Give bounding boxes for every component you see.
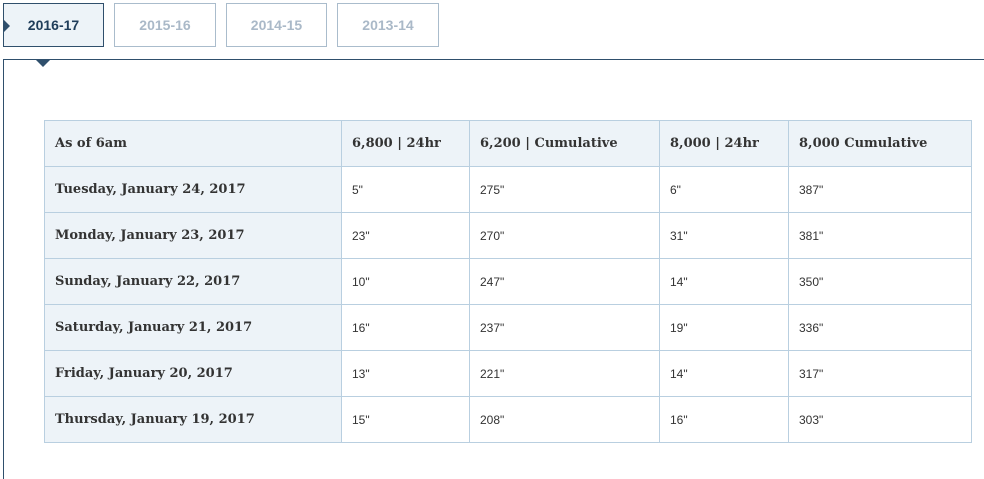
table-row: Thursday, January 19, 2017 15" 208" 16" … bbox=[44, 396, 972, 443]
tab-2015-16[interactable]: 2015-16 bbox=[114, 3, 216, 47]
season-tabs: 2016-17 2015-16 2014-15 2013-14 bbox=[0, 0, 984, 60]
tab-label: 2016-17 bbox=[27, 17, 80, 33]
column-header-6200-cumulative: 6,200 | Cumulative bbox=[469, 120, 660, 167]
cell-8000-cumulative: 381" bbox=[788, 212, 972, 259]
cell-8000-24hr: 6" bbox=[659, 166, 789, 213]
table-row: Tuesday, January 24, 2017 5" 275" 6" 387… bbox=[44, 166, 972, 213]
cell-6800-24hr: 13" bbox=[341, 350, 470, 397]
cell-8000-cumulative: 317" bbox=[788, 350, 972, 397]
column-header-6800-24hr: 6,800 | 24hr bbox=[341, 120, 470, 167]
cell-6200-cumulative: 247" bbox=[469, 258, 660, 305]
cell-6200-cumulative: 275" bbox=[469, 166, 660, 213]
cell-8000-24hr: 19" bbox=[659, 304, 789, 351]
cell-6200-cumulative: 208" bbox=[469, 396, 660, 443]
cell-8000-24hr: 14" bbox=[659, 258, 789, 305]
row-date: Saturday, January 21, 2017 bbox=[44, 304, 342, 351]
cell-6200-cumulative: 221" bbox=[469, 350, 660, 397]
cell-8000-24hr: 16" bbox=[659, 396, 789, 443]
cell-8000-24hr: 31" bbox=[659, 212, 789, 259]
table-row: Saturday, January 21, 2017 16" 237" 19" … bbox=[44, 304, 972, 351]
cell-8000-cumulative: 303" bbox=[788, 396, 972, 443]
table-row: Sunday, January 22, 2017 10" 247" 14" 35… bbox=[44, 258, 972, 305]
column-header-8000-24hr: 8,000 | 24hr bbox=[659, 120, 789, 167]
row-date: Tuesday, January 24, 2017 bbox=[44, 166, 342, 213]
cell-6800-24hr: 15" bbox=[341, 396, 470, 443]
table-row: Monday, January 23, 2017 23" 270" 31" 38… bbox=[44, 212, 972, 259]
cell-8000-cumulative: 350" bbox=[788, 258, 972, 305]
column-header-as-of: As of 6am bbox=[44, 120, 342, 167]
tab-label: 2015-16 bbox=[139, 17, 191, 33]
cell-8000-24hr: 14" bbox=[659, 350, 789, 397]
cell-6800-24hr: 5" bbox=[341, 166, 470, 213]
panel-pointer-icon bbox=[36, 60, 50, 67]
tab-2016-17[interactable]: 2016-17 bbox=[3, 3, 104, 47]
row-date: Monday, January 23, 2017 bbox=[44, 212, 342, 259]
tab-2014-15[interactable]: 2014-15 bbox=[226, 3, 327, 47]
tab-label: 2013-14 bbox=[362, 17, 414, 33]
cell-8000-cumulative: 336" bbox=[788, 304, 972, 351]
active-tab-indicator-icon bbox=[4, 20, 10, 32]
column-header-8000-cumulative: 8,000 Cumulative bbox=[788, 120, 972, 167]
cell-8000-cumulative: 387" bbox=[788, 166, 972, 213]
cell-6800-24hr: 16" bbox=[341, 304, 470, 351]
cell-6800-24hr: 23" bbox=[341, 212, 470, 259]
snowfall-table: As of 6am 6,800 | 24hr 6,200 | Cumulativ… bbox=[44, 120, 972, 443]
table-row: Friday, January 20, 2017 13" 221" 14" 31… bbox=[44, 350, 972, 397]
row-date: Friday, January 20, 2017 bbox=[44, 350, 342, 397]
cell-6800-24hr: 10" bbox=[341, 258, 470, 305]
cell-6200-cumulative: 270" bbox=[469, 212, 660, 259]
tab-label: 2014-15 bbox=[250, 17, 303, 33]
table-header-row: As of 6am 6,800 | 24hr 6,200 | Cumulativ… bbox=[44, 120, 972, 167]
row-date: Sunday, January 22, 2017 bbox=[44, 258, 342, 305]
tab-2013-14[interactable]: 2013-14 bbox=[337, 3, 439, 47]
cell-6200-cumulative: 237" bbox=[469, 304, 660, 351]
row-date: Thursday, January 19, 2017 bbox=[44, 396, 342, 443]
